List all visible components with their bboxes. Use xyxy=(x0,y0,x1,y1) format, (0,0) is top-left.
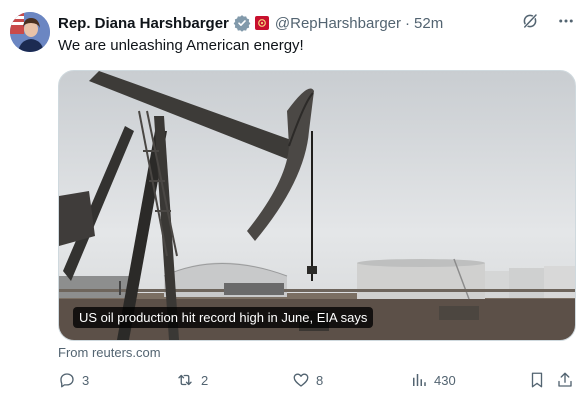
house-seal-flag-icon[interactable] xyxy=(254,16,269,30)
repost-count: 2 xyxy=(201,372,209,388)
share-icon xyxy=(558,372,572,387)
bookmark-icon xyxy=(531,372,543,388)
views-button[interactable]: 430 xyxy=(410,371,456,389)
tweet-header: Rep. Diana Harshbarger @RepHarshbarger ·… xyxy=(58,13,443,33)
action-bar: 3 2 8 430 xyxy=(58,371,574,395)
gray-verified-badge-icon[interactable] xyxy=(233,14,251,32)
repost-icon xyxy=(178,374,192,386)
more-options-icon[interactable] xyxy=(557,12,575,35)
views-chart-icon xyxy=(413,374,426,386)
author-name[interactable]: Rep. Diana Harshbarger xyxy=(58,15,229,32)
like-count: 8 xyxy=(316,372,324,388)
card-headline: US oil production hit record high in Jun… xyxy=(73,307,374,328)
link-card[interactable]: US oil production hit record high in Jun… xyxy=(58,70,576,341)
view-count: 430 xyxy=(434,372,456,388)
like-button[interactable]: 8 xyxy=(292,371,323,389)
tweet-text: We are unleashing American energy! xyxy=(58,37,304,54)
avatar[interactable] xyxy=(10,12,50,52)
top-right-actions xyxy=(521,12,575,35)
author-handle[interactable]: @RepHarshbarger xyxy=(275,15,401,32)
repost-button[interactable]: 2 xyxy=(175,371,208,389)
separator-dot: · xyxy=(405,14,411,32)
reply-button[interactable]: 3 xyxy=(58,371,89,389)
reply-count: 3 xyxy=(82,372,90,388)
card-source[interactable]: From reuters.com xyxy=(58,345,161,360)
timestamp[interactable]: 52m xyxy=(414,15,443,32)
share-button[interactable] xyxy=(556,371,574,389)
grok-icon[interactable] xyxy=(521,12,539,35)
reply-icon xyxy=(60,373,74,388)
bookmark-button[interactable] xyxy=(528,371,546,389)
oil-pumpjack-photo xyxy=(59,71,575,340)
heart-icon xyxy=(293,373,309,387)
avatar-image xyxy=(10,12,50,52)
